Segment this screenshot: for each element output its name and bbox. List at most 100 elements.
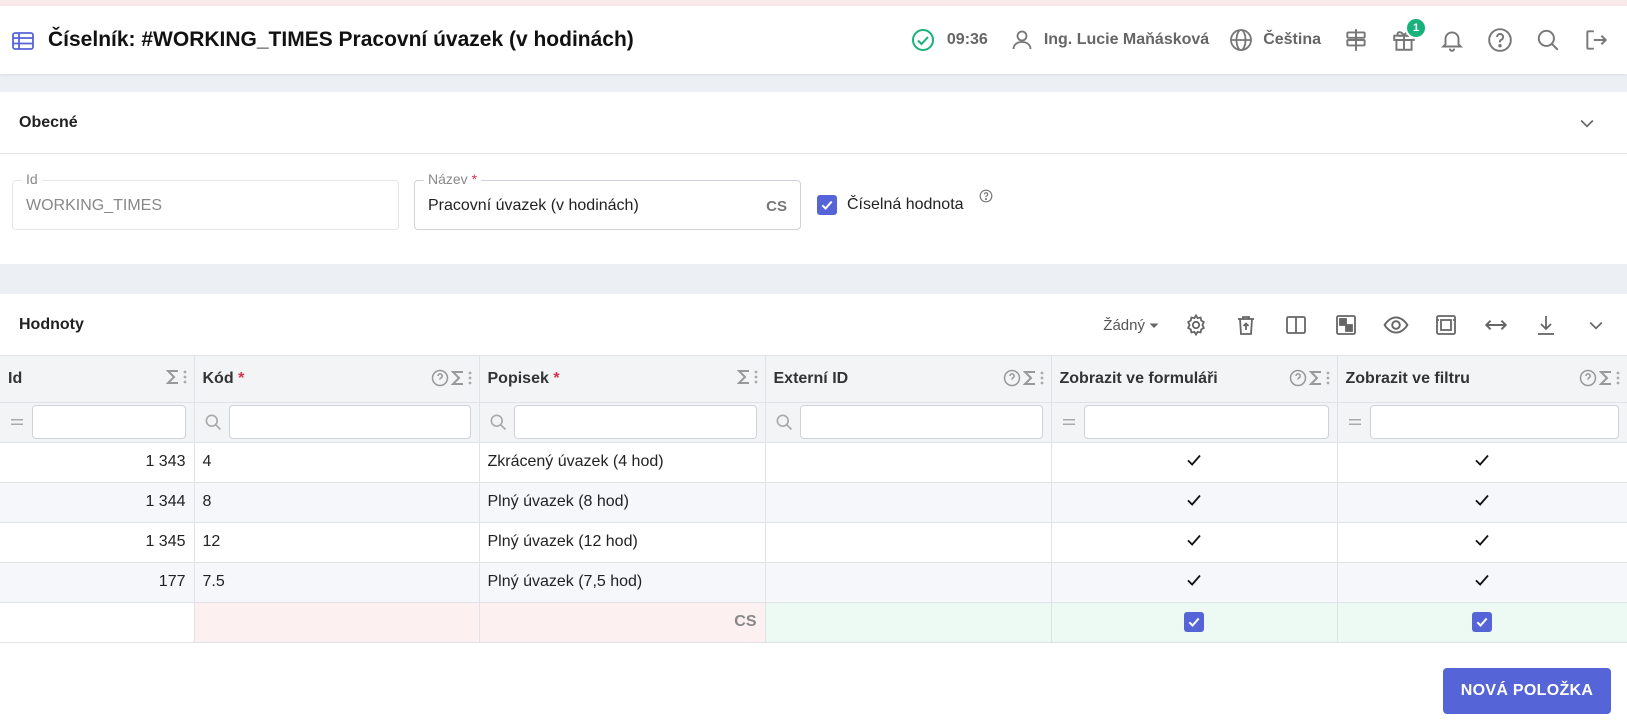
expand-width-button[interactable] [1471,305,1521,345]
cell-external-id[interactable] [765,482,1052,523]
layout-button[interactable] [1321,305,1371,345]
help-icon[interactable] [1289,369,1307,387]
column-header-external-id[interactable]: Externí ID [765,356,1052,403]
cell-show-in-form[interactable] [1051,522,1338,563]
cell-label[interactable]: Plný úvazek (8 hod) [479,482,766,523]
numeric-value-checkbox[interactable] [817,195,837,215]
cell-code[interactable]: 12 [194,522,480,563]
cell-show-in-form[interactable] [1051,442,1338,483]
kebab-icon[interactable] [753,369,759,385]
cell-show-in-form[interactable] [1051,482,1338,523]
name-field[interactable]: Název * Pracovní úvazek (v hodinách) CS [414,171,801,230]
cell-show-in-filter[interactable] [1337,482,1627,523]
kebab-icon[interactable] [182,369,188,385]
fit-button[interactable] [1421,305,1471,345]
help-icon[interactable] [431,369,449,387]
gear-icon [1187,313,1205,337]
cell-show-in-filter[interactable] [1337,522,1627,563]
language-menu[interactable]: Čeština [1229,28,1321,52]
sum-icon[interactable] [450,370,465,386]
search-icon[interactable] [488,412,508,432]
columns-button[interactable] [1271,305,1321,345]
cell-id[interactable]: 1 343 [0,442,195,483]
cell-id[interactable]: 177 [0,562,195,603]
cell-label[interactable]: Plný úvazek (12 hod) [479,522,766,563]
filter-input-id[interactable] [32,405,186,439]
table-row[interactable]: 1 343 4 Zkrácený úvazek (4 hod) [0,442,1627,483]
sum-icon[interactable] [1598,370,1613,386]
equals-icon[interactable] [1060,413,1078,431]
new-cell-external-id[interactable] [765,602,1052,643]
general-section-header[interactable]: Obecné [0,92,1627,154]
chevron-down-icon[interactable] [1577,113,1597,133]
new-cell-show-in-form[interactable] [1051,602,1338,643]
new-item-row[interactable]: CS [0,602,1627,643]
new-cell-show-in-filter[interactable] [1337,602,1627,643]
filter-input-label[interactable] [513,405,757,439]
table-row[interactable]: 177 7.5 Plný úvazek (7,5 hod) [0,562,1627,603]
column-header-code[interactable]: Kód * [194,356,480,403]
cell-show-in-filter[interactable] [1337,442,1627,483]
name-language-code[interactable]: CS [766,198,787,215]
collapse-button[interactable] [1571,305,1621,345]
kebab-icon[interactable] [1615,370,1621,386]
settings-button[interactable] [1171,305,1221,345]
search-icon[interactable] [203,412,223,432]
cell-show-in-filter[interactable] [1337,562,1627,603]
filter-input-show-in-filter[interactable] [1369,405,1619,439]
table-row[interactable]: 1 345 12 Plný úvazek (12 hod) [0,522,1627,563]
show-in-filter-checkbox[interactable] [1472,612,1492,632]
help-icon[interactable] [1579,369,1597,387]
sum-icon[interactable] [1308,370,1323,386]
search-button[interactable] [1533,25,1563,55]
filter-input-external-id[interactable] [799,405,1043,439]
download-button[interactable] [1521,305,1571,345]
equals-icon[interactable] [1346,413,1364,431]
show-in-form-checkbox[interactable] [1184,612,1204,632]
gift-button[interactable]: 1 [1389,17,1427,55]
kebab-icon[interactable] [1325,370,1331,386]
column-header-show-in-filter[interactable]: Zobrazit ve filtru [1337,356,1627,403]
table-icon [12,32,34,50]
delete-button[interactable] [1221,305,1271,345]
cell-label[interactable]: Plný úvazek (7,5 hod) [479,562,766,603]
cell-show-in-form[interactable] [1051,562,1338,603]
new-cell-code[interactable] [194,602,480,643]
signpost-button[interactable] [1341,25,1371,55]
cell-external-id[interactable] [765,442,1052,483]
name-field-value[interactable]: Pracovní úvazek (v hodinách) [428,197,639,215]
kebab-icon[interactable] [1039,370,1045,386]
cell-label[interactable]: Zkrácený úvazek (4 hod) [479,442,766,483]
search-icon[interactable] [774,412,794,432]
cell-id[interactable]: 1 345 [0,522,195,563]
equals-icon[interactable] [8,413,26,431]
notifications-button[interactable] [1437,25,1467,55]
cell-external-id[interactable] [765,522,1052,563]
user-menu[interactable]: Ing. Lucie Maňásková [1010,28,1209,52]
help-small-icon[interactable] [979,189,993,203]
cell-code[interactable]: 8 [194,482,480,523]
kebab-icon[interactable] [467,370,473,386]
new-item-button[interactable]: NOVÁ POLOŽKA [1443,668,1611,714]
column-header-label[interactable]: Popisek * [479,356,766,403]
table-row[interactable]: 1 344 8 Plný úvazek (8 hod) [0,482,1627,523]
column-header-id[interactable]: Id [0,356,195,403]
cell-external-id[interactable] [765,562,1052,603]
cell-code[interactable]: 4 [194,442,480,483]
new-cell-label[interactable]: CS [479,602,766,643]
id-field-value: WORKING_TIMES [26,197,163,214]
filter-input-show-in-form[interactable] [1083,405,1329,439]
view-select[interactable]: Žádný [1103,316,1163,334]
general-section: Obecné Id WORKING_TIMES Název * Pracovní… [0,92,1627,264]
cell-id[interactable]: 1 344 [0,482,195,523]
sum-icon[interactable] [1022,370,1037,386]
logout-button[interactable] [1581,25,1611,55]
filter-input-code[interactable] [228,405,471,439]
sum-icon[interactable] [736,369,751,385]
visibility-button[interactable] [1371,305,1421,345]
sum-icon[interactable] [165,369,180,385]
help-button[interactable] [1485,25,1515,55]
column-header-show-in-form[interactable]: Zobrazit ve formuláři [1051,356,1338,403]
help-icon[interactable] [1003,369,1021,387]
cell-code[interactable]: 7.5 [194,562,480,603]
